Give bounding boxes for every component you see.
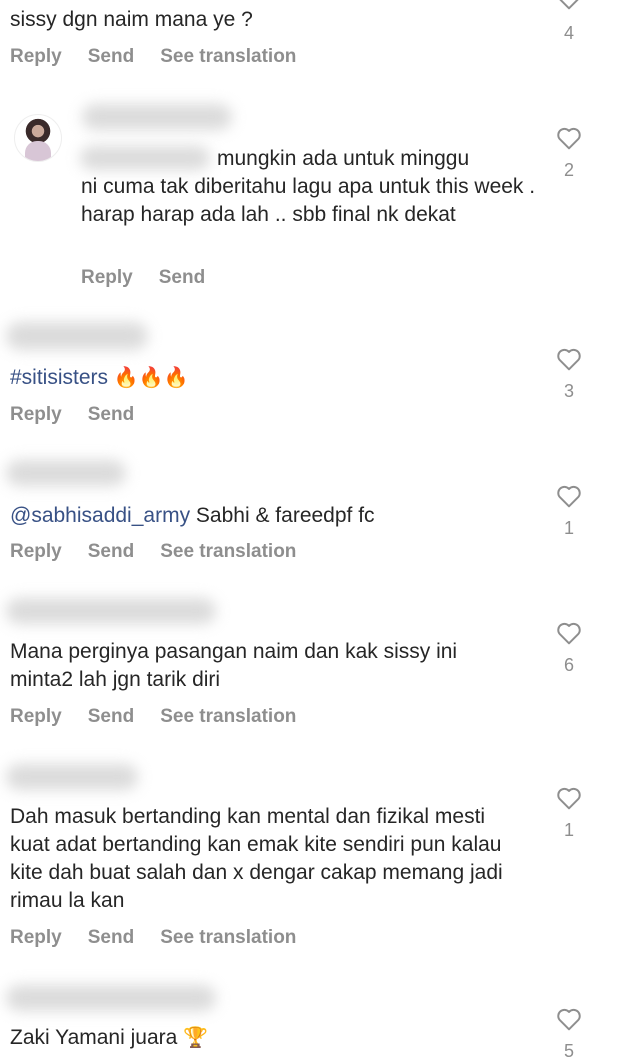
avatar[interactable]: [14, 114, 62, 162]
see-translation-link[interactable]: See translation: [160, 927, 296, 948]
blurred-username: [6, 598, 216, 624]
reply-button[interactable]: Reply: [10, 541, 62, 562]
trophy-emoji: 🏆: [183, 1027, 209, 1049]
comment-actions: Reply Send See translation: [10, 541, 322, 563]
send-button[interactable]: Send: [88, 706, 134, 727]
comment-text: #sitisisters 🔥🔥🔥: [10, 364, 189, 392]
comment-actions: Reply Send See translation: [10, 706, 322, 728]
blurred-username: [6, 985, 216, 1011]
comment-body: Zaki Yamani juara: [10, 1026, 178, 1049]
mention-link[interactable]: @sabhisaddi_army: [10, 504, 190, 527]
blurred-mention: [80, 146, 210, 170]
comment-text: Zaki Yamani juara 🏆: [10, 1024, 208, 1052]
hashtag-link[interactable]: #sitisisters: [10, 366, 108, 389]
comment-text: @sabhisaddi_army Sabhi & fareedpf fc: [10, 502, 375, 530]
reply-button[interactable]: Reply: [10, 927, 62, 948]
like-count: 6: [563, 655, 574, 675]
fire-emoji: 🔥🔥🔥: [113, 367, 189, 389]
send-button[interactable]: Send: [88, 541, 134, 562]
comment-text: Dah masuk bertanding kan mental dan fizi…: [10, 805, 503, 912]
blurred-username: [6, 764, 138, 790]
comment-text-line1: mungkin ada untuk minggu: [217, 147, 470, 170]
comment-actions: Reply Send: [10, 404, 160, 426]
reply-button[interactable]: Reply: [10, 46, 62, 67]
comment-actions: Reply Send See translation: [10, 927, 322, 949]
heart-icon[interactable]: [556, 786, 582, 810]
see-translation-link[interactable]: See translation: [160, 46, 296, 67]
heart-icon[interactable]: [556, 484, 582, 508]
send-button[interactable]: Send: [88, 404, 134, 425]
heart-icon[interactable]: [556, 347, 582, 371]
like-count: 4: [563, 23, 574, 43]
heart-icon[interactable]: [556, 0, 582, 10]
heart-icon[interactable]: [556, 621, 582, 645]
blurred-username: [6, 460, 126, 486]
like-count: 1: [563, 820, 574, 840]
comment-actions: Reply Send: [81, 267, 231, 289]
reply-button[interactable]: Reply: [10, 404, 62, 425]
comment-text: Mana perginya pasangan naim dan kak siss…: [10, 640, 458, 691]
send-button[interactable]: Send: [88, 927, 134, 948]
like-count: 2: [563, 160, 574, 180]
comment-text-rest: ni cuma tak diberitahu lagu apa untuk th…: [81, 175, 536, 226]
like-count: 3: [563, 381, 574, 401]
like-count: 1: [563, 518, 574, 538]
blurred-username: [6, 322, 148, 350]
comment-text: sissy dgn naim mana ye ?: [10, 8, 253, 31]
comment-body: Sabhi & fareedpf fc: [195, 504, 375, 527]
see-translation-link[interactable]: See translation: [160, 541, 296, 562]
send-button[interactable]: Send: [159, 267, 205, 288]
heart-icon[interactable]: [556, 1007, 582, 1031]
comment-actions: Reply Send See translation: [10, 46, 322, 68]
like-count: 5: [563, 1041, 574, 1061]
see-translation-link[interactable]: See translation: [160, 706, 296, 727]
reply-button[interactable]: Reply: [10, 706, 62, 727]
reply-button[interactable]: Reply: [81, 267, 133, 288]
heart-icon[interactable]: [556, 126, 582, 150]
send-button[interactable]: Send: [88, 46, 134, 67]
blurred-username: [82, 104, 232, 130]
